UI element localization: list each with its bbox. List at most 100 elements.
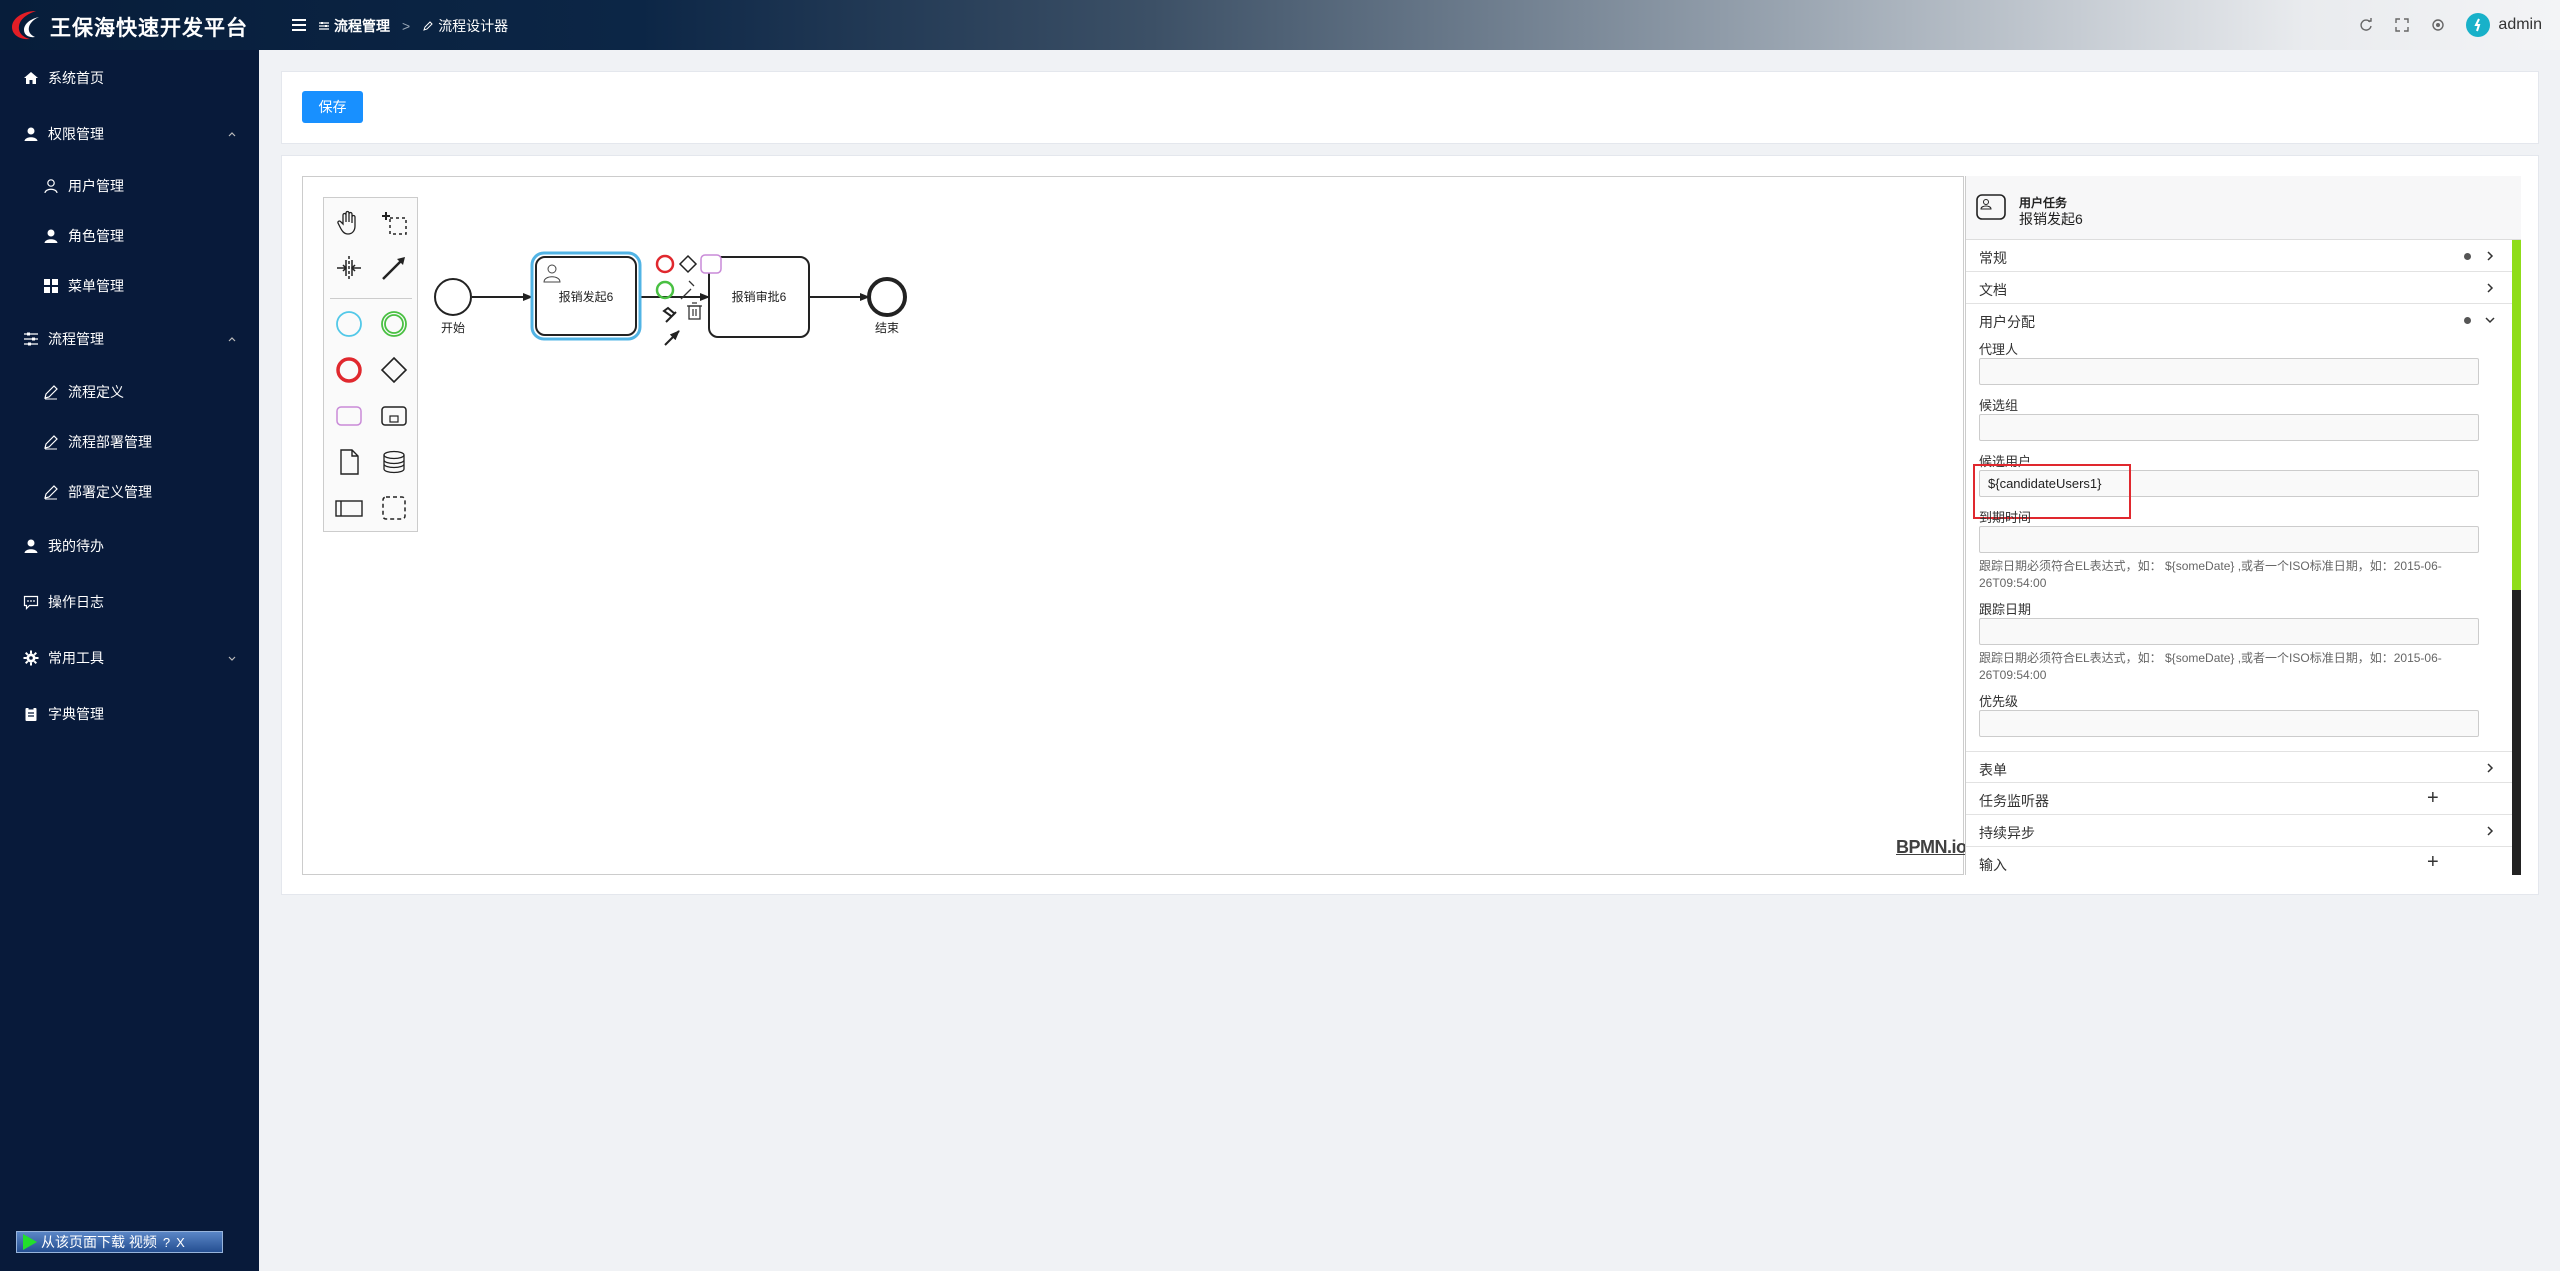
refresh-icon[interactable] — [2358, 17, 2374, 33]
space-tool-icon[interactable] — [333, 252, 365, 284]
video-download-bar[interactable]: 从该页面下载 视频 ? X — [16, 1231, 223, 1253]
due-date-label: 到期时间 — [1979, 510, 2032, 525]
sidebar-item-process[interactable]: 流程管理 — [0, 314, 259, 364]
hand-tool-icon[interactable] — [333, 206, 365, 238]
sidebar-item-menus[interactable]: 菜单管理 — [0, 261, 259, 311]
end-event-tool-icon[interactable] — [333, 354, 365, 386]
group-general[interactable]: 常规 — [1966, 240, 2512, 272]
intermediate-event-tool-icon[interactable] — [378, 308, 410, 340]
properties-panel: 用户任务 报销发起6 常规 文档 用户分配 代理人 候选组 候选用户 到期时间 — [1965, 176, 2521, 875]
lasso-tool-icon[interactable] — [378, 206, 410, 238]
priority-input[interactable] — [1979, 710, 2479, 737]
sidebar-item-process-deploy[interactable]: 流程部署管理 — [0, 417, 259, 467]
sidebar-item-users[interactable]: 用户管理 — [0, 161, 259, 211]
global-connect-tool-icon[interactable] — [378, 252, 410, 284]
sidebar-item-dictionary[interactable]: 字典管理 — [0, 689, 259, 739]
sidebar-item-todo[interactable]: 我的待办 — [0, 521, 259, 571]
bpmn-canvas[interactable]: 开始 报销发起6 报销审批6 结束 BPMN.io — [302, 176, 1967, 875]
sidebar: 系统首页 权限管理 用户管理 角色管理 菜单管理 流程管理 流程定义 流程部署管… — [0, 50, 259, 1271]
pool-tool-icon[interactable] — [333, 492, 365, 524]
group-documentation[interactable]: 文档 — [1966, 272, 2512, 304]
context-intermediate-event-icon[interactable] — [655, 280, 675, 300]
edit-icon — [423, 21, 433, 31]
sidebar-item-label: 字典管理 — [48, 706, 104, 722]
sidebar-item-permissions[interactable]: 权限管理 — [0, 109, 259, 159]
group-assignment[interactable]: 用户分配 — [1966, 304, 2512, 336]
assignee-label: 代理人 — [1979, 342, 2019, 357]
assignee-input[interactable] — [1979, 358, 2479, 385]
fullscreen-icon[interactable] — [2394, 17, 2410, 33]
context-end-event-icon[interactable] — [655, 254, 675, 274]
save-button[interactable]: 保存 — [302, 91, 363, 123]
due-date-input[interactable] — [1979, 526, 2479, 553]
sidebar-item-label: 操作日志 — [48, 594, 104, 610]
group-title: 任务监听器 — [1979, 793, 2049, 809]
group-task-listener[interactable]: 任务监听器 + — [1966, 783, 2512, 815]
breadcrumb-label: 流程管理 — [334, 18, 390, 34]
breadcrumb-item-process[interactable]: 流程管理 — [318, 16, 390, 36]
gateway-tool-icon[interactable] — [378, 354, 410, 386]
designer-card: 开始 报销发起6 报销审批6 结束 BPMN.io 用户任务 报销发起6 常规 … — [281, 155, 2539, 895]
add-icon[interactable]: + — [2427, 787, 2439, 810]
group-title: 表单 — [1979, 762, 2007, 778]
group-form[interactable]: 表单 — [1966, 751, 2512, 783]
follow-up-date-input[interactable] — [1979, 618, 2479, 645]
close-button[interactable]: X — [176, 1235, 185, 1250]
data-store-tool-icon[interactable] — [378, 446, 410, 478]
settings-icon[interactable] — [2430, 17, 2446, 33]
group-title: 持续异步 — [1979, 825, 2035, 841]
hamburger-icon[interactable] — [289, 15, 309, 35]
gear-icon — [23, 650, 39, 666]
edit-icon — [44, 435, 58, 450]
bpmn-diagram: 开始 报销发起6 报销审批6 结束 — [434, 251, 907, 346]
sidebar-item-deploy-definition[interactable]: 部署定义管理 — [0, 467, 259, 517]
start-event-tool-icon[interactable] — [333, 308, 365, 340]
context-gateway-icon[interactable] — [678, 254, 698, 274]
sidebar-item-label: 部署定义管理 — [68, 484, 152, 500]
sliders-icon — [24, 332, 38, 346]
due-date-description: 跟踪日期必须符合EL表达式，如： ${someDate} ,或者一个ISO标准日… — [1979, 559, 2442, 590]
group-async[interactable]: 持续异步 — [1966, 815, 2512, 847]
help-button[interactable]: ? — [163, 1235, 170, 1250]
user-icon — [44, 229, 58, 243]
sidebar-item-tools[interactable]: 常用工具 — [0, 633, 259, 683]
bpmn-io-watermark[interactable]: BPMN.io — [1896, 837, 1967, 858]
sidebar-item-label: 我的待办 — [48, 538, 104, 554]
user-menu[interactable]: admin — [2466, 13, 2542, 37]
data-indicator-dot — [2464, 317, 2471, 324]
add-icon[interactable]: + — [2427, 851, 2439, 874]
connect-arrow-icon[interactable] — [664, 330, 680, 346]
toolbar-card: 保存 — [281, 71, 2539, 144]
top-header: 王保海快速开发平台 流程管理 > 流程设计器 admin — [0, 0, 2560, 50]
group-title: 用户分配 — [1979, 314, 2035, 330]
candidate-groups-input[interactable] — [1979, 414, 2479, 441]
scrollbar-thumb[interactable] — [2512, 240, 2521, 590]
sidebar-item-logs[interactable]: 操作日志 — [0, 577, 259, 627]
start-event[interactable] — [434, 278, 472, 316]
end-event-label: 结束 — [875, 321, 899, 335]
app-title: 王保海快速开发平台 — [50, 17, 248, 40]
wrench-icon[interactable] — [662, 306, 677, 323]
trash-icon[interactable] — [687, 302, 702, 320]
user-outline-icon — [44, 179, 58, 194]
sidebar-item-label: 流程部署管理 — [68, 434, 152, 450]
user-name: admin — [2498, 16, 2542, 33]
sidebar-item-label: 系统首页 — [48, 70, 104, 86]
sidebar-item-label: 流程定义 — [68, 384, 124, 400]
edit-icon — [44, 385, 58, 400]
grid-icon — [44, 279, 58, 293]
group-input[interactable]: 输入 + — [1966, 847, 2512, 875]
follow-up-date-label: 跟踪日期 — [1979, 602, 2032, 617]
group-tool-icon[interactable] — [378, 492, 410, 524]
sidebar-item-roles[interactable]: 角色管理 — [0, 211, 259, 261]
sidebar-item-home[interactable]: 系统首页 — [0, 53, 259, 103]
chevron-right-icon — [2487, 763, 2494, 773]
data-object-tool-icon[interactable] — [333, 446, 365, 478]
chevron-down-icon — [2485, 317, 2495, 324]
task-tool-icon[interactable] — [333, 400, 365, 432]
sidebar-item-process-definition[interactable]: 流程定义 — [0, 367, 259, 417]
context-task-icon[interactable] — [700, 254, 722, 274]
end-event[interactable] — [867, 277, 907, 317]
logo-icon — [12, 11, 39, 40]
subprocess-tool-icon[interactable] — [378, 400, 410, 432]
